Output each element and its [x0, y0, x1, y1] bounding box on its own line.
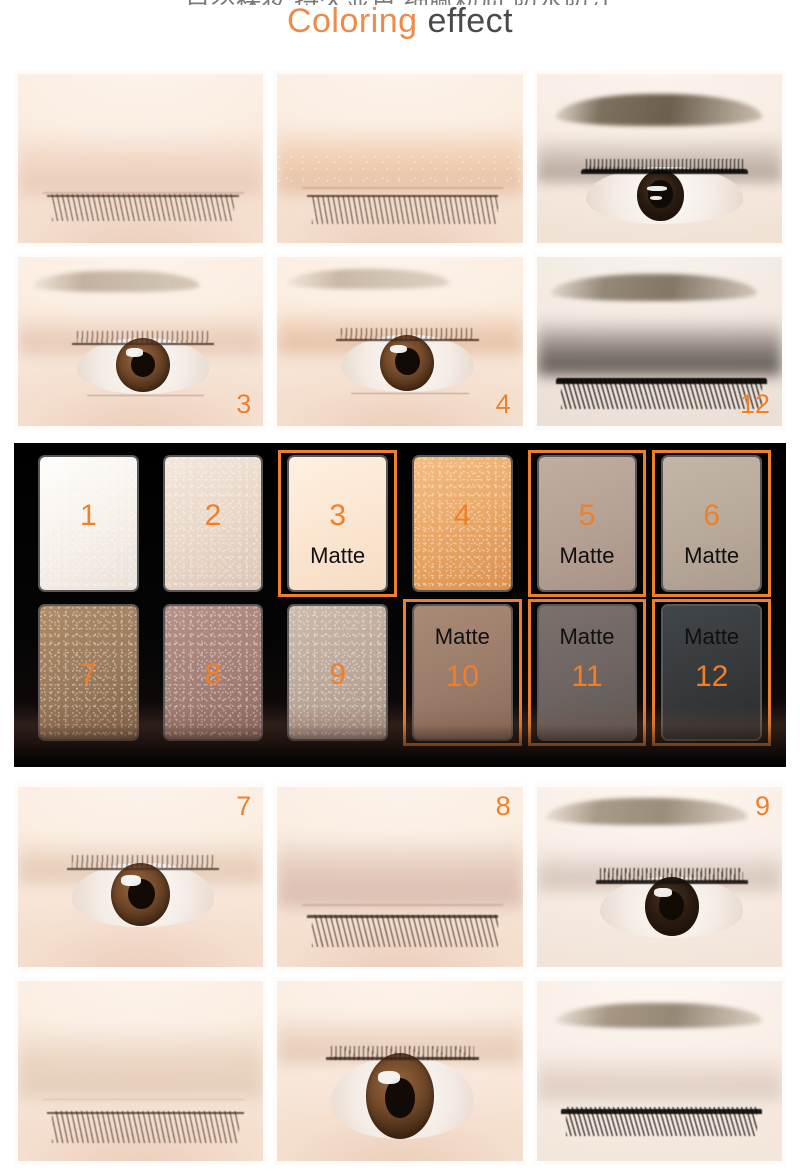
photo-open-eye-soft-brown[interactable]: 3: [14, 253, 268, 430]
photo-label: 9: [754, 791, 770, 821]
pan-number: 11: [571, 660, 603, 693]
eye-illustration: [277, 74, 523, 243]
palette-pan-4[interactable]: 4: [406, 453, 519, 594]
pan-number: 5: [578, 499, 596, 532]
eye-illustration: [18, 74, 264, 243]
palette-pan-6[interactable]: 6 Matte: [652, 450, 771, 597]
eye-illustration: [18, 787, 264, 967]
eye-illustration: [277, 257, 523, 426]
eye-illustration: [277, 787, 523, 967]
eye-illustration: [18, 981, 264, 1161]
page-title-plain: effect: [427, 2, 514, 40]
pan-number: 7: [79, 658, 97, 691]
page-header: 自然裸妆 持久显色 细腻粉质 防水防汗 Coloring effect: [0, 0, 800, 60]
eye-illustration: [536, 787, 782, 967]
palette-pan-3[interactable]: 3 Matte: [278, 450, 397, 597]
eye-illustration: [277, 981, 523, 1161]
photo-label: 4: [495, 389, 511, 419]
photo-closed-eye-bold-liner[interactable]: [532, 977, 786, 1165]
photo-closed-eye-champagne-lid[interactable]: [14, 977, 268, 1165]
pan-number: 9: [329, 658, 346, 691]
pan-finish-label: Matte: [684, 543, 740, 568]
pan-number: 3: [329, 499, 346, 532]
pan-finish-label: Matte: [559, 543, 615, 568]
pan-finish-label: Matte: [310, 543, 366, 568]
pan-number: 12: [694, 660, 729, 693]
eye-illustration: [536, 74, 782, 243]
bottom-photo-grid: 7 8 9: [14, 783, 786, 1165]
photo-closed-eye-smoky-black[interactable]: 12: [532, 253, 786, 430]
photo-label: 8: [495, 791, 511, 821]
photo-closed-eye-mauve-lid[interactable]: 8: [273, 783, 527, 971]
pan-number: 1: [79, 499, 97, 532]
pan-number: 2: [204, 499, 222, 532]
page-title: Coloring effect: [0, 2, 800, 41]
eyeshadow-palette: 1 2 3 Matte 4 5 Matte 6 Matte 7 8 9 Matt…: [14, 443, 786, 767]
pan-number: 10: [445, 660, 479, 693]
eye-illustration: [536, 981, 782, 1161]
pan-number: 4: [453, 499, 471, 532]
photo-closed-eye-nude-lid[interactable]: [14, 70, 268, 247]
photo-closed-eye-peach-shimmer-lid[interactable]: [273, 70, 527, 247]
pan-finish-label: Matte: [559, 624, 615, 649]
pan-finish-label: Matte: [434, 624, 490, 649]
pan-finish-label: Matte: [684, 624, 740, 649]
photo-open-eye-brown-lens[interactable]: [273, 977, 527, 1165]
palette-pan-1[interactable]: 1: [32, 453, 145, 594]
photo-label: 7: [236, 791, 252, 821]
photo-open-eye-black-liner[interactable]: [532, 70, 786, 247]
photo-open-eye-warm-brown[interactable]: 4: [273, 253, 527, 430]
product-detail-page: 自然裸妆 持久显色 细腻粉质 防水防汗 Coloring effect: [0, 0, 800, 1171]
photo-open-eye-taupe-liner[interactable]: 9: [532, 783, 786, 971]
palette-pan-5[interactable]: 5 Matte: [527, 450, 647, 597]
top-photo-grid: 3 4 12: [14, 70, 786, 430]
photo-label: 12: [739, 389, 770, 419]
photo-open-eye-bronze-liner[interactable]: 7: [14, 783, 268, 971]
photo-label: 3: [236, 389, 252, 419]
eye-illustration: [18, 257, 264, 426]
palette-base-reflection: [14, 705, 786, 767]
page-title-accent: Coloring: [286, 2, 418, 40]
palette-pan-2[interactable]: 2: [157, 453, 270, 594]
palette-pan-grid: 1 2 3 Matte 4 5 Matte 6 Matte 7 8 9 Matt…: [32, 450, 771, 746]
pan-number: 8: [204, 658, 222, 691]
pan-number: 6: [703, 499, 720, 532]
